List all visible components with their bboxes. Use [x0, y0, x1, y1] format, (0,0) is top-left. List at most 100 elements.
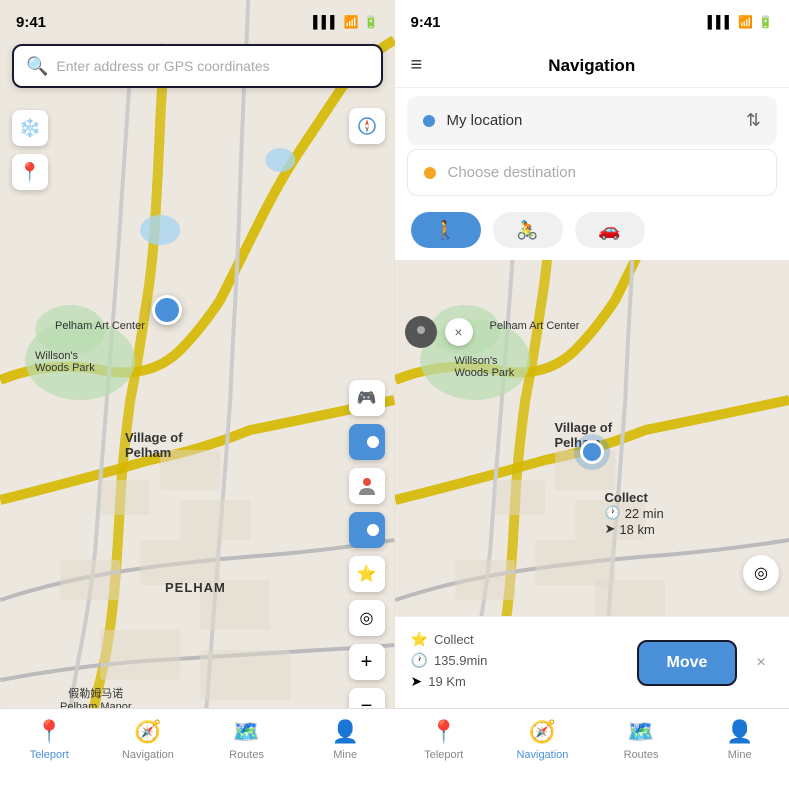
person-button[interactable] — [349, 468, 385, 504]
right-nav-mine[interactable]: 👤 Mine — [690, 719, 789, 761]
right-panel: 9:41 ▌▌▌ 📶 🔋 ≡ Navigation My location ⇅ … — [395, 0, 789, 791]
right-navigation-label: Navigation — [516, 749, 568, 761]
right-location-marker — [580, 440, 604, 464]
target-button[interactable]: ◎ — [349, 600, 385, 636]
right-nav-routes[interactable]: 🗺️ Routes — [592, 719, 691, 761]
collect-distance: ➤ 18 km — [605, 521, 664, 537]
collect-time: 🕐 22 min — [605, 505, 664, 521]
arrow-icon-small: ➤ — [605, 521, 616, 537]
right-navigation-icon: 🧭 — [529, 719, 556, 745]
walk-mode-button[interactable]: 🚶 — [411, 212, 481, 248]
nav-teleport[interactable]: 📍 Teleport — [0, 719, 99, 761]
location-marker — [152, 295, 182, 325]
nav-navigation[interactable]: 🧭 Navigation — [99, 719, 198, 761]
collect-info-map: Collect 🕐 22 min ➤ 18 km — [605, 490, 664, 537]
destination-row[interactable]: Choose destination — [407, 149, 778, 196]
navigation-label: Navigation — [122, 749, 174, 761]
clock-icon-small: 🕐 — [605, 505, 621, 521]
right-mine-label: Mine — [728, 749, 752, 761]
search-placeholder: Enter address or GPS coordinates — [56, 58, 269, 74]
location-target-button[interactable]: ◎ — [743, 555, 779, 591]
right-mine-icon: 👤 — [726, 719, 753, 745]
pulse-marker — [580, 440, 604, 464]
card-title-row: ⭐ Collect — [411, 631, 626, 648]
origin-label: My location — [447, 112, 523, 129]
card-duration: 135.9min — [434, 653, 487, 668]
left-side-buttons: ❄️ 📍 — [12, 110, 48, 190]
bottom-info-card: ⭐ Collect 🕐 135.9min ➤ 19 Km Move × — [395, 616, 789, 708]
collect-title: Collect — [605, 490, 664, 505]
nav-routes[interactable]: 🗺️ Routes — [197, 719, 296, 761]
routes-label: Routes — [229, 749, 264, 761]
page-title: Navigation — [548, 56, 635, 76]
compass-button[interactable] — [349, 108, 385, 144]
walk-icon: 🚶 — [434, 220, 456, 241]
search-bar[interactable]: 🔍 Enter address or GPS coordinates — [12, 44, 383, 88]
origin-row[interactable]: My location ⇅ — [407, 96, 778, 145]
map-background — [0, 0, 395, 791]
mine-label: Mine — [333, 749, 357, 761]
top-bar: ≡ Navigation — [395, 44, 789, 88]
status-bar: 9:41 ▌▌▌ 📶 🔋 — [0, 0, 395, 44]
time-display: 9:41 — [16, 14, 46, 31]
car-icon: 🚗 — [598, 220, 620, 241]
right-routes-label: Routes — [624, 749, 659, 761]
bike-mode-button[interactable]: 🚴 — [493, 212, 563, 248]
waypoint-panel: × — [405, 316, 473, 348]
search-icon: 🔍 — [26, 56, 48, 77]
swap-button[interactable]: ⇅ — [746, 110, 761, 131]
right-nav-navigation[interactable]: 🧭 Navigation — [493, 719, 592, 761]
right-signal-icon: ▌▌▌ — [708, 15, 734, 29]
teleport-icon: 📍 — [36, 719, 63, 745]
right-battery-icon: 🔋 — [758, 15, 773, 29]
card-star-icon: ⭐ — [411, 631, 428, 648]
location-pin-button[interactable]: 📍 — [12, 154, 48, 190]
destination-placeholder: Choose destination — [448, 164, 576, 181]
right-time-display: 9:41 — [411, 14, 441, 31]
move-button[interactable]: Move — [637, 640, 737, 686]
right-nav-teleport[interactable]: 📍 Teleport — [395, 719, 494, 761]
navigation-panel: My location ⇅ Choose destination 🚶 🚴 🚗 — [395, 88, 789, 260]
menu-button[interactable]: ≡ — [411, 54, 423, 77]
transport-modes: 🚶 🚴 🚗 — [395, 204, 789, 260]
snowflake-button[interactable]: ❄️ — [12, 110, 48, 146]
origin-dot — [423, 115, 435, 127]
toggle1-button[interactable] — [349, 424, 385, 460]
card-duration-row: 🕐 135.9min — [411, 652, 626, 669]
right-wifi-icon: 📶 — [738, 15, 753, 29]
card-close-button[interactable]: × — [749, 651, 773, 675]
waypoint-icon — [405, 316, 437, 348]
card-arrow-icon: ➤ — [411, 673, 423, 690]
wifi-icon: 📶 — [344, 15, 359, 29]
right-side-buttons: 🎮 ⭐ ◎ + − — [349, 380, 385, 724]
card-close-icon: × — [756, 654, 765, 672]
card-info: ⭐ Collect 🕐 135.9min ➤ 19 Km — [411, 631, 626, 694]
star-button[interactable]: ⭐ — [349, 556, 385, 592]
bottom-navigation: 📍 Teleport 🧭 Navigation 🗺️ Routes 👤 Mine — [0, 708, 395, 791]
waypoint-close-button[interactable]: × — [445, 318, 473, 346]
card-distance-row: ➤ 19 Km — [411, 673, 626, 690]
zoom-in-button[interactable]: + — [349, 644, 385, 680]
left-panel: 9:41 ▌▌▌ 📶 🔋 🔍 Enter address or GPS coor… — [0, 0, 395, 791]
navigation-icon: 🧭 — [134, 719, 161, 745]
routes-icon: 🗺️ — [233, 719, 260, 745]
battery-icon: 🔋 — [364, 15, 379, 29]
mine-icon: 👤 — [331, 719, 358, 745]
toggle2-button[interactable] — [349, 512, 385, 548]
right-bottom-navigation: 📍 Teleport 🧭 Navigation 🗺️ Routes 👤 Mine — [395, 708, 789, 791]
nav-mine[interactable]: 👤 Mine — [296, 719, 395, 761]
destination-dot — [424, 167, 436, 179]
card-distance: 19 Km — [428, 674, 466, 689]
right-routes-icon: 🗺️ — [627, 719, 654, 745]
teleport-label: Teleport — [30, 749, 69, 761]
gamepad-button[interactable]: 🎮 — [349, 380, 385, 416]
close-icon: × — [454, 324, 462, 340]
right-teleport-icon: 📍 — [430, 719, 457, 745]
car-mode-button[interactable]: 🚗 — [575, 212, 645, 248]
right-status-bar: 9:41 ▌▌▌ 📶 🔋 — [395, 0, 789, 44]
signal-icon: ▌▌▌ — [313, 15, 339, 29]
card-clock-icon: 🕐 — [411, 652, 428, 669]
right-teleport-label: Teleport — [424, 749, 463, 761]
bike-icon: 🚴 — [516, 220, 538, 241]
right-status-icons: ▌▌▌ 📶 🔋 — [708, 15, 773, 29]
